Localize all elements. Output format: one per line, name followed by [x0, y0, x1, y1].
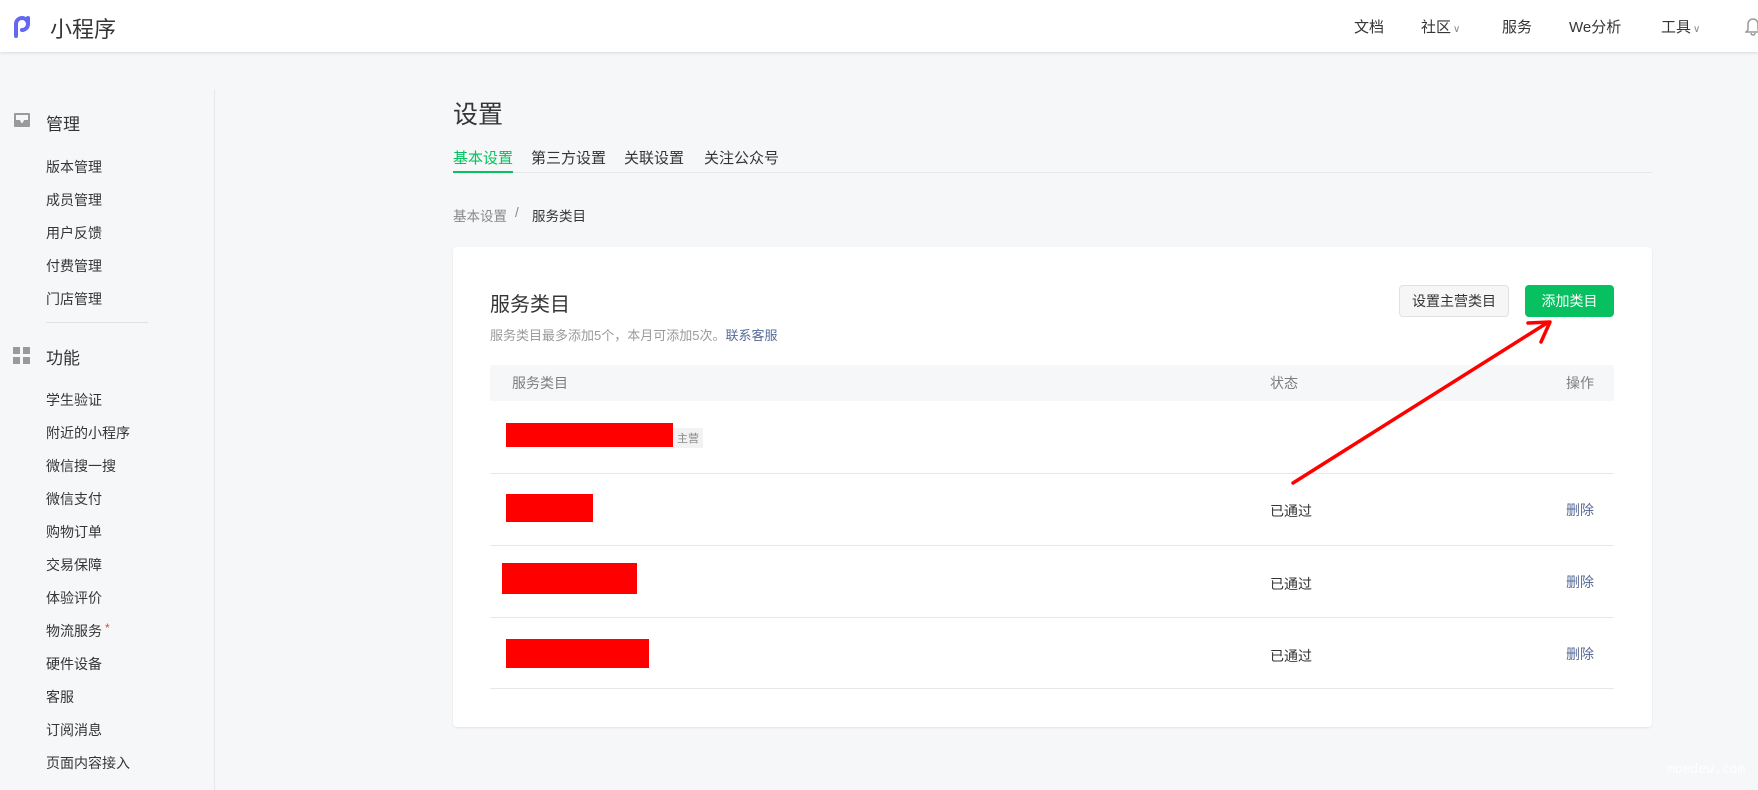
delete-link[interactable]: 删除	[1566, 572, 1594, 592]
top-header: 小程序 文档 社区 ∨ 服务 We分析 工具 ∨	[0, 0, 1758, 52]
new-dot: *	[105, 621, 110, 635]
miniprogram-logo-icon	[14, 16, 30, 38]
tab-linked[interactable]: 关联设置	[624, 147, 684, 168]
status-text: 已通过	[1270, 576, 1312, 592]
row-divider	[490, 473, 1614, 474]
limit-text: 服务类目最多添加5个，本月可添加5次。	[490, 328, 726, 343]
nav-we-analytics[interactable]: We分析	[1569, 16, 1621, 37]
breadcrumb-basic[interactable]: 基本设置	[453, 205, 507, 225]
card-title: 服务类目	[490, 294, 570, 316]
row-divider	[490, 545, 1614, 546]
tab-third-party[interactable]: 第三方设置	[531, 147, 606, 168]
sidebar-item-feedback[interactable]: 用户反馈	[46, 223, 102, 243]
active-tab-indicator	[453, 171, 513, 173]
column-header-status: 状态	[1270, 375, 1298, 391]
sidebar-item-content-access[interactable]: 页面内容接入	[46, 753, 130, 773]
sidebar-item-members[interactable]: 成员管理	[46, 190, 102, 210]
sidebar-section-manage: 管理	[46, 115, 80, 134]
nav-services[interactable]: 服务	[1502, 16, 1532, 37]
redacted-category	[502, 563, 637, 594]
row-divider	[490, 617, 1614, 618]
bell-icon[interactable]	[1745, 16, 1758, 36]
breadcrumb-current: 服务类目	[532, 209, 586, 224]
tab-follow-account[interactable]: 关注公众号	[704, 147, 779, 168]
breadcrumb-separator: /	[515, 205, 519, 220]
sidebar-item-stores[interactable]: 门店管理	[46, 289, 102, 309]
column-header-actions: 操作	[1566, 375, 1594, 391]
nav-docs[interactable]: 文档	[1354, 16, 1384, 37]
add-category-button[interactable]: 添加类目	[1525, 285, 1614, 317]
nav-community[interactable]: 社区 ∨	[1421, 16, 1460, 37]
sidebar-item-version[interactable]: 版本管理	[46, 157, 102, 177]
sidebar-item-wechat-pay[interactable]: 微信支付	[46, 489, 102, 509]
sidebar-divider	[46, 322, 148, 323]
sidebar-section-features: 功能	[46, 349, 80, 368]
row-divider	[490, 688, 1614, 689]
chevron-down-icon: ∨	[1453, 24, 1461, 35]
sidebar-item-logistics-label: 物流服务	[46, 623, 102, 639]
tab-basic[interactable]: 基本设置	[453, 147, 513, 168]
column-header-category: 服务类目	[512, 375, 568, 391]
redacted-category	[506, 423, 673, 447]
sidebar-item-trade-guarantee[interactable]: 交易保障	[46, 555, 102, 575]
sidebar-item-orders[interactable]: 购物订单	[46, 522, 102, 542]
nav-community-label: 社区	[1421, 19, 1452, 36]
contact-support-link[interactable]: 联系客服	[725, 328, 777, 343]
logo-text[interactable]: 小程序	[50, 12, 116, 44]
sidebar-item-subscribe[interactable]: 订阅消息	[46, 720, 102, 740]
sidebar-border	[214, 90, 215, 790]
redacted-category	[506, 639, 649, 668]
delete-link[interactable]: 删除	[1566, 500, 1594, 520]
delete-link[interactable]: 删除	[1566, 644, 1594, 664]
sidebar-item-student[interactable]: 学生验证	[46, 390, 102, 410]
main-category-tag: 主营	[673, 428, 703, 448]
sidebar-item-nearby[interactable]: 附近的小程序	[46, 423, 130, 443]
grid-icon	[13, 347, 30, 364]
chevron-down-icon: ∨	[1693, 24, 1701, 35]
status-text: 已通过	[1270, 503, 1312, 519]
nav-tools[interactable]: 工具 ∨	[1661, 16, 1700, 37]
tab-divider	[453, 172, 1652, 173]
sidebar-item-search[interactable]: 微信搜一搜	[46, 456, 116, 476]
sidebar-item-payment-mgmt[interactable]: 付费管理	[46, 256, 102, 276]
set-main-category-button[interactable]: 设置主营类目	[1399, 285, 1509, 317]
sidebar-item-reviews[interactable]: 体验评价	[46, 588, 102, 608]
status-text: 已通过	[1270, 648, 1312, 664]
sidebar-item-logistics[interactable]: 物流服务 *	[46, 621, 110, 641]
inbox-icon	[14, 113, 30, 127]
sidebar-item-customer-service[interactable]: 客服	[46, 687, 74, 707]
sidebar-item-hardware[interactable]: 硬件设备	[46, 654, 102, 674]
page-title: 设置	[453, 101, 504, 129]
nav-tools-label: 工具	[1661, 19, 1692, 36]
table-header	[490, 365, 1614, 401]
card-subtitle: 服务类目最多添加5个，本月可添加5次。联系客服	[490, 325, 777, 344]
redacted-category	[506, 494, 593, 522]
watermark: moedew.com	[1667, 762, 1746, 777]
